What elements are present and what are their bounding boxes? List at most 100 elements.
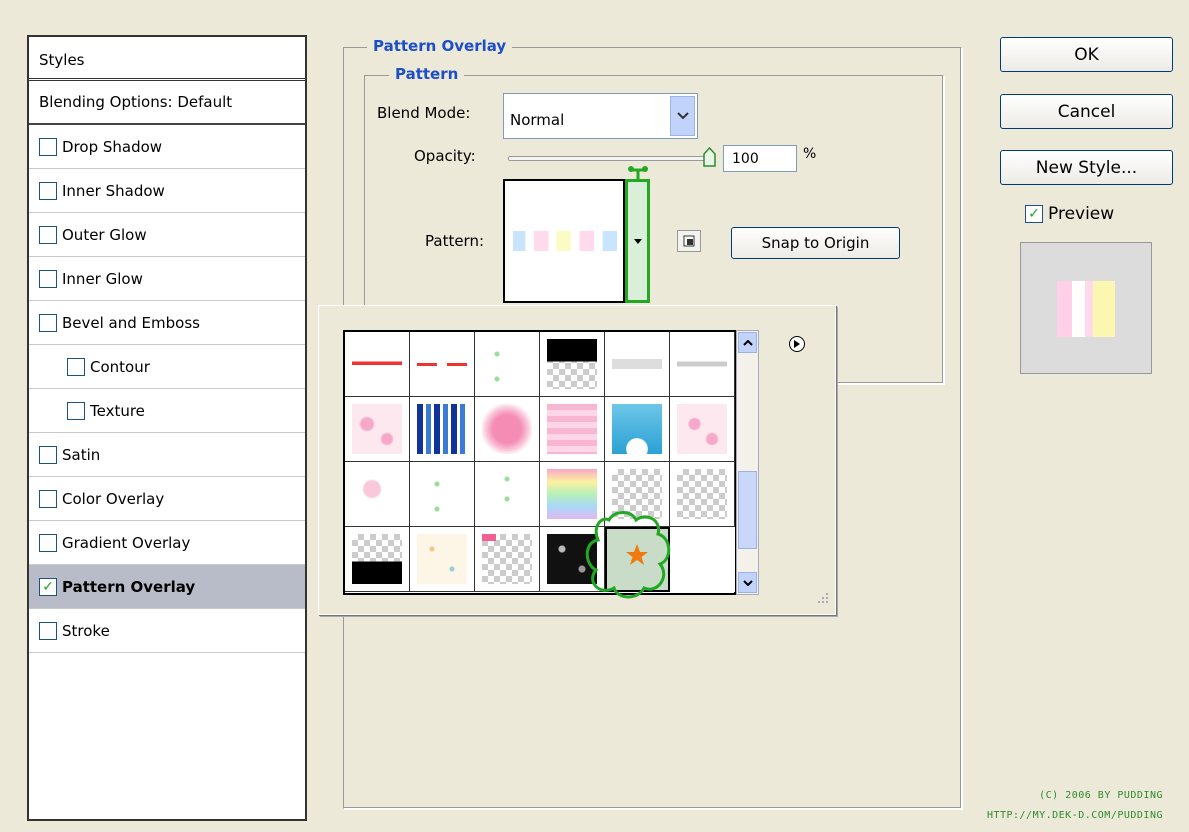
- scroll-down-icon[interactable]: [738, 572, 757, 593]
- snap-to-origin-button[interactable]: Snap to Origin: [731, 227, 900, 259]
- pattern-swatch-thumb: [417, 534, 467, 584]
- pattern-label: Pattern:: [425, 232, 485, 250]
- triangle-down-icon: [633, 238, 642, 244]
- style-item-label: Stroke: [62, 621, 110, 640]
- checkbox-icon[interactable]: [39, 621, 57, 640]
- pattern-cell[interactable]: [475, 397, 540, 462]
- opacity-unit: %: [803, 146, 817, 162]
- pattern-preview-strip: [513, 231, 617, 251]
- pattern-cell[interactable]: [345, 527, 410, 592]
- pattern-swatch-thumb: [677, 339, 727, 389]
- blending-options-item[interactable]: Blending Options: Default: [29, 81, 305, 125]
- style-item-outer-glow[interactable]: Outer Glow: [29, 213, 305, 257]
- checkbox-icon[interactable]: [39, 137, 57, 156]
- checkbox-checked-icon: ✓: [1025, 205, 1043, 223]
- preview-checkbox[interactable]: ✓ Preview: [1025, 204, 1114, 224]
- style-item-inner-glow[interactable]: Inner Glow: [29, 257, 305, 301]
- styles-header[interactable]: Styles: [29, 37, 305, 81]
- blend-mode-value: Normal: [510, 111, 565, 129]
- pattern-swatch-thumb: [482, 339, 532, 389]
- style-item-contour[interactable]: Contour: [29, 345, 305, 389]
- checkbox-icon[interactable]: [67, 357, 85, 376]
- pattern-swatch-thumb: [482, 534, 532, 584]
- pattern-cell[interactable]: [475, 332, 540, 397]
- pattern-cell[interactable]: [475, 527, 540, 592]
- checkbox-icon[interactable]: [39, 225, 57, 244]
- pattern-cell: [670, 527, 735, 592]
- pattern-cell[interactable]: [410, 397, 475, 462]
- pattern-cell[interactable]: [345, 462, 410, 527]
- pattern-cell[interactable]: [540, 397, 605, 462]
- pattern-swatch[interactable]: [503, 179, 625, 303]
- checkbox-icon[interactable]: [39, 489, 57, 508]
- style-item-label: Pattern Overlay: [62, 577, 196, 596]
- picker-menu-icon[interactable]: [789, 336, 805, 352]
- checkbox-icon[interactable]: [39, 445, 57, 464]
- new-style-button[interactable]: New Style...: [1000, 150, 1173, 185]
- checkbox-icon[interactable]: [67, 401, 85, 420]
- style-item-stroke[interactable]: Stroke: [29, 609, 305, 653]
- pattern-cell[interactable]: [540, 332, 605, 397]
- style-item-gradient-overlay[interactable]: Gradient Overlay: [29, 521, 305, 565]
- blend-mode-label: Blend Mode:: [377, 104, 471, 122]
- pattern-swatch-thumb: [352, 339, 402, 389]
- style-item-drop-shadow[interactable]: Drop Shadow: [29, 125, 305, 169]
- style-item-texture[interactable]: Texture: [29, 389, 305, 433]
- pattern-swatch-thumb: [482, 469, 532, 519]
- preview-pattern-swatch: [1057, 281, 1115, 337]
- pattern-cell[interactable]: [410, 462, 475, 527]
- style-item-label: Satin: [62, 445, 101, 464]
- checkbox-checked-icon[interactable]: ✓: [39, 577, 57, 596]
- pattern-swatch-thumb: [482, 404, 532, 454]
- blend-mode-select[interactable]: Normal: [503, 93, 698, 139]
- style-item-satin[interactable]: Satin: [29, 433, 305, 477]
- style-item-label: Bevel and Emboss: [62, 313, 200, 332]
- pattern-cell[interactable]: [345, 332, 410, 397]
- style-item-bevel-and-emboss[interactable]: Bevel and Emboss: [29, 301, 305, 345]
- style-item-pattern-overlay[interactable]: ✓ Pattern Overlay: [29, 565, 305, 609]
- style-item-inner-shadow[interactable]: Inner Shadow: [29, 169, 305, 213]
- scroll-thumb[interactable]: [738, 471, 757, 549]
- checkbox-icon[interactable]: [39, 533, 57, 552]
- pattern-subgroup-title: Pattern: [389, 65, 465, 83]
- checkbox-icon[interactable]: [39, 313, 57, 332]
- style-item-label: Texture: [90, 401, 145, 420]
- slider-thumb-icon[interactable]: [703, 146, 716, 167]
- credit-line-2: HTTP://MY.DEK-D.COM/PUDDING: [986, 810, 1163, 821]
- style-item-color-overlay[interactable]: Color Overlay: [29, 477, 305, 521]
- style-item-label: Inner Glow: [62, 269, 143, 288]
- preview-thumbnail: [1020, 242, 1152, 374]
- pattern-scrollbar[interactable]: [736, 330, 759, 595]
- pattern-swatch-thumb: [677, 469, 727, 519]
- pattern-cell[interactable]: [410, 527, 475, 592]
- style-item-label: Gradient Overlay: [62, 533, 191, 552]
- style-item-label: Color Overlay: [62, 489, 165, 508]
- pattern-cell[interactable]: [605, 397, 670, 462]
- pattern-swatch-thumb: [547, 404, 597, 454]
- pattern-swatch-thumb: [417, 339, 467, 389]
- cancel-button[interactable]: Cancel: [1000, 94, 1173, 129]
- pattern-cell[interactable]: [345, 397, 410, 462]
- style-item-label: Contour: [90, 357, 150, 376]
- checkbox-icon[interactable]: [39, 181, 57, 200]
- resize-grip-icon[interactable]: [815, 589, 829, 608]
- pattern-dropdown-button[interactable]: [625, 179, 650, 303]
- pattern-cell[interactable]: [475, 462, 540, 527]
- pattern-cell[interactable]: [670, 462, 735, 527]
- checkbox-icon[interactable]: [39, 269, 57, 288]
- pattern-swatch-thumb: [547, 339, 597, 389]
- pattern-cell[interactable]: [670, 397, 735, 462]
- highlight-cloud-icon: [584, 508, 674, 606]
- new-preset-icon[interactable]: [677, 230, 701, 252]
- scroll-up-icon[interactable]: [738, 332, 757, 353]
- opacity-slider[interactable]: [508, 156, 713, 161]
- pattern-cell[interactable]: [410, 332, 475, 397]
- opacity-input[interactable]: 100: [723, 145, 797, 172]
- chevron-down-icon[interactable]: [670, 96, 695, 136]
- pattern-cell[interactable]: [605, 332, 670, 397]
- style-item-label: Outer Glow: [62, 225, 147, 244]
- pattern-cell[interactable]: [670, 332, 735, 397]
- ok-button[interactable]: OK: [1000, 37, 1173, 72]
- pattern-swatch-thumb: [612, 339, 662, 389]
- pattern-swatch-thumb: [352, 469, 402, 519]
